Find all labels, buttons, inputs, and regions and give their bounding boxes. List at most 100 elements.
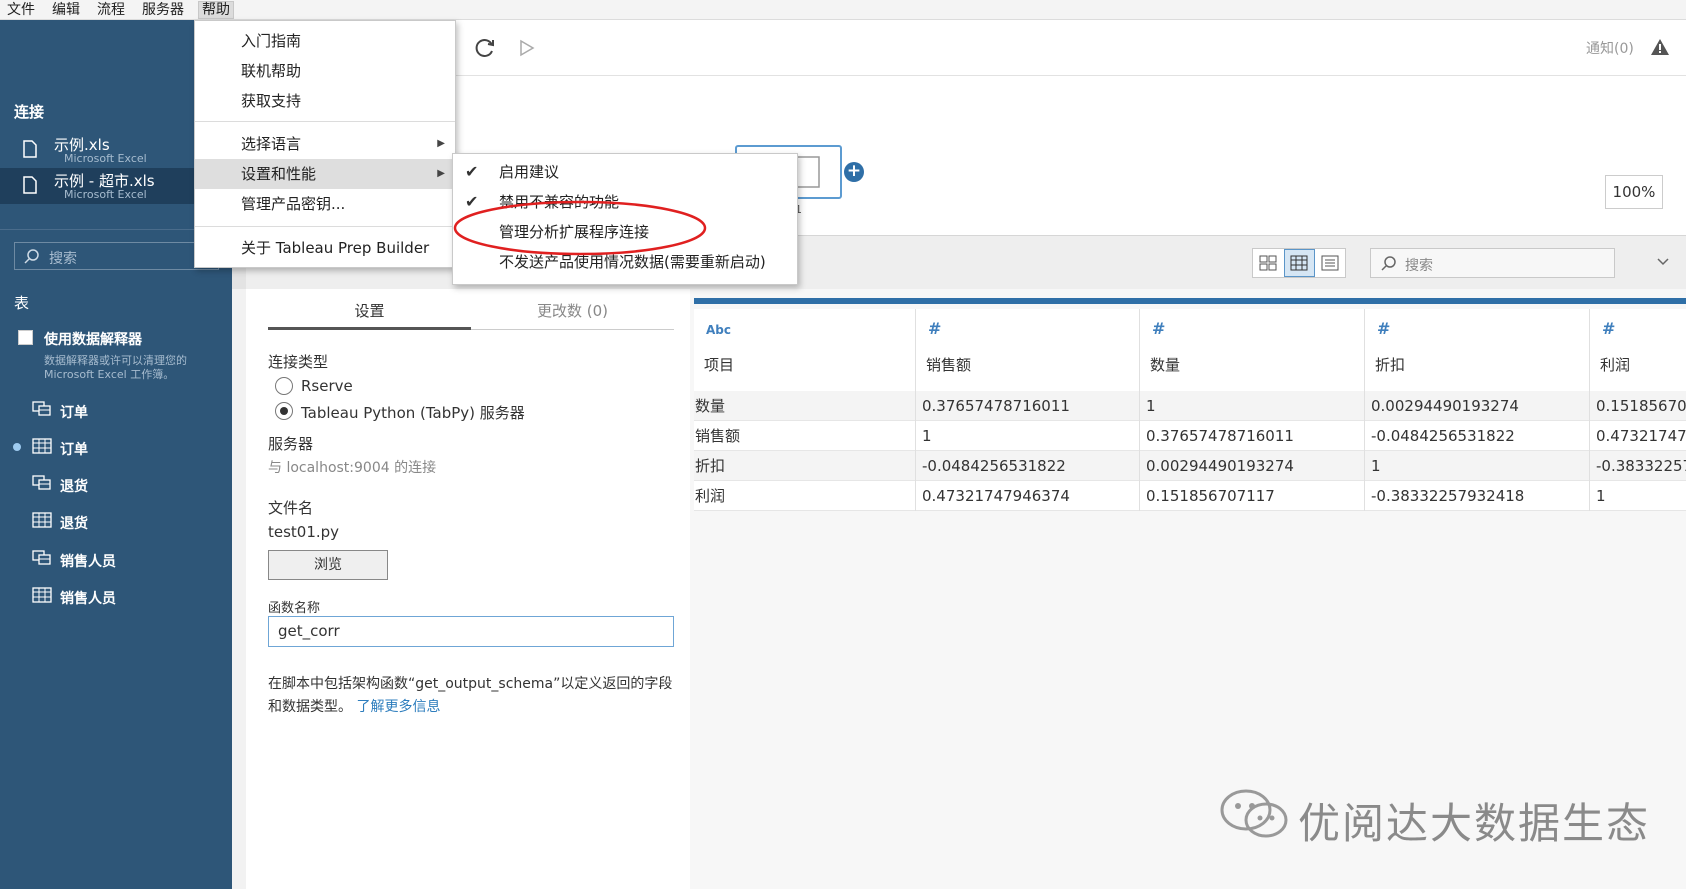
menu-item-get-support[interactable]: 获取支持: [195, 86, 455, 116]
warning-icon[interactable]: [1650, 38, 1670, 56]
table-cell[interactable]: 0.37657478716011: [916, 391, 1140, 421]
table-label: 退货: [60, 479, 88, 495]
function-name-input[interactable]: get_corr: [268, 616, 674, 647]
interpreter-checkbox[interactable]: [18, 330, 33, 345]
table-cell[interactable]: 1: [1140, 391, 1365, 421]
menu-item-label: 选择语言: [241, 135, 302, 153]
menu-help[interactable]: 帮助: [198, 1, 234, 19]
table-cell[interactable]: -0.0484256531822: [916, 451, 1140, 481]
menu-item-language[interactable]: 选择语言 ▶: [195, 129, 455, 159]
filename-label: 文件名: [268, 499, 314, 517]
schema-note-text: 在脚本中包括架构函数“get_output_schema”以定义返回的字段和数据…: [268, 676, 673, 715]
table-cell[interactable]: 0.473217479: [1590, 421, 1686, 451]
grid-view-button[interactable]: [1284, 249, 1315, 277]
table-cell[interactable]: 0.00294490193274: [1140, 451, 1365, 481]
table-cell[interactable]: 0.151856707: [1590, 391, 1686, 421]
table-cell[interactable]: 利润: [694, 481, 916, 511]
help-menu: 入门指南 联机帮助 获取支持 选择语言 ▶ 设置和性能 ▶ 管理产品密钥... 关于…: [194, 20, 456, 268]
table-cell[interactable]: 数量: [694, 391, 916, 421]
connections-title: 连接: [14, 103, 45, 121]
table-item[interactable]: 退货: [32, 512, 88, 534]
interpreter-label: 使用数据解释器: [44, 332, 142, 348]
menu-item-settings-performance[interactable]: 设置和性能 ▶: [195, 159, 455, 189]
table-row: 折扣 -0.0484256531822 0.00294490193274 1 -…: [694, 451, 1686, 481]
column-header[interactable]: # 数量: [1140, 309, 1365, 391]
menu-item-getting-started[interactable]: 入门指南: [195, 26, 455, 56]
table-cell[interactable]: 0.00294490193274: [1365, 391, 1590, 421]
search-placeholder: 搜索: [1405, 258, 1433, 274]
menu-item-online-help[interactable]: 联机帮助: [195, 56, 455, 86]
table-cell[interactable]: -0.0484256531822: [1365, 421, 1590, 451]
radio-selected-dot: [280, 407, 288, 415]
table-label: 订单: [60, 405, 88, 421]
join-table-icon: [32, 401, 51, 416]
radio-rserve-label: Rserve: [301, 377, 353, 395]
table-item[interactable]: 退货: [32, 475, 88, 497]
table-label: 销售人员: [60, 554, 116, 570]
table-item[interactable]: 销售人员: [32, 550, 116, 572]
grid-search-input[interactable]: 搜索: [1370, 248, 1615, 278]
notifications-link[interactable]: 通知(0): [1586, 38, 1634, 58]
table-item[interactable]: 订单: [32, 401, 88, 423]
search-placeholder: 搜索: [49, 251, 77, 267]
submenu-item-enable-suggestions[interactable]: ✔ 启用建议: [453, 157, 797, 187]
radio-rserve[interactable]: [275, 377, 293, 395]
table-cell[interactable]: 0.47321747946374: [916, 481, 1140, 511]
file-icon: [23, 140, 37, 158]
menubar: 文件 编辑 流程 服务器 帮助: [0, 0, 1686, 20]
run-icon[interactable]: [519, 39, 535, 57]
schema-note: 在脚本中包括架构函数“get_output_schema”以定义返回的字段和数据…: [268, 673, 682, 719]
table-cell[interactable]: 0.37657478716011: [1140, 421, 1365, 451]
column-name: 销售额: [926, 356, 972, 374]
table-cell[interactable]: 1: [1590, 481, 1686, 511]
table-cell[interactable]: -0.38332257932418: [1365, 481, 1590, 511]
column-header[interactable]: # 利润: [1590, 309, 1686, 391]
menu-server[interactable]: 服务器: [139, 1, 187, 19]
tab-changes[interactable]: 更改数 (0): [471, 300, 674, 330]
table-cell[interactable]: 折扣: [694, 451, 916, 481]
search-icon: [1381, 256, 1396, 271]
table-cell[interactable]: -0.38332257: [1590, 451, 1686, 481]
table-cell[interactable]: 0.151856707117: [1140, 481, 1365, 511]
filename-value: test01.py: [268, 523, 340, 541]
table-cell[interactable]: 1: [1365, 451, 1590, 481]
function-label: 函数名称: [268, 601, 321, 616]
column-name: 数量: [1150, 356, 1181, 374]
column-name: 折扣: [1375, 356, 1406, 374]
card-view-icon: [1259, 255, 1277, 271]
menu-flow[interactable]: 流程: [94, 1, 128, 19]
menu-file[interactable]: 文件: [4, 1, 38, 19]
list-view-icon: [1321, 255, 1339, 271]
view-toggle-group: [1252, 248, 1346, 278]
connection-type: Microsoft Excel: [64, 152, 147, 165]
menu-edit[interactable]: 编辑: [49, 1, 83, 19]
number-type-icon: #: [1602, 319, 1616, 338]
add-step-button[interactable]: +: [844, 162, 864, 182]
browse-button[interactable]: 浏览: [268, 550, 388, 580]
zoom-level[interactable]: 100%: [1605, 175, 1663, 209]
submenu-arrow-icon: ▶: [437, 138, 445, 149]
grid-view-icon: [1290, 255, 1308, 271]
server-label: 服务器: [268, 435, 314, 453]
table-item[interactable]: 订单: [32, 438, 88, 460]
tables-title: 表: [14, 294, 30, 312]
tab-settings[interactable]: 设置: [268, 300, 471, 330]
sidebar-search-input[interactable]: 搜索: [14, 242, 219, 270]
table-cell[interactable]: 1: [916, 421, 1140, 451]
table-item[interactable]: 销售人员: [32, 587, 116, 609]
card-view-button[interactable]: [1253, 249, 1284, 277]
menu-item-about[interactable]: 关于 Tableau Prep Builder: [195, 233, 455, 263]
refresh-icon[interactable]: [474, 37, 496, 59]
table-cell[interactable]: 销售额: [694, 421, 916, 451]
join-table-icon: [32, 550, 51, 565]
learn-more-link[interactable]: 了解更多信息: [356, 699, 440, 715]
radio-tabpy[interactable]: [275, 402, 293, 420]
list-view-button[interactable]: [1315, 249, 1346, 277]
column-header[interactable]: Abc 项目: [694, 309, 916, 391]
chevron-down-icon[interactable]: [1656, 257, 1670, 267]
search-icon: [24, 249, 39, 264]
table-row: 数量 0.37657478716011 1 0.00294490193274 0…: [694, 391, 1686, 421]
menu-item-product-key[interactable]: 管理产品密钥...: [195, 189, 455, 219]
column-header[interactable]: # 销售额: [916, 309, 1140, 391]
column-header[interactable]: # 折扣: [1365, 309, 1590, 391]
